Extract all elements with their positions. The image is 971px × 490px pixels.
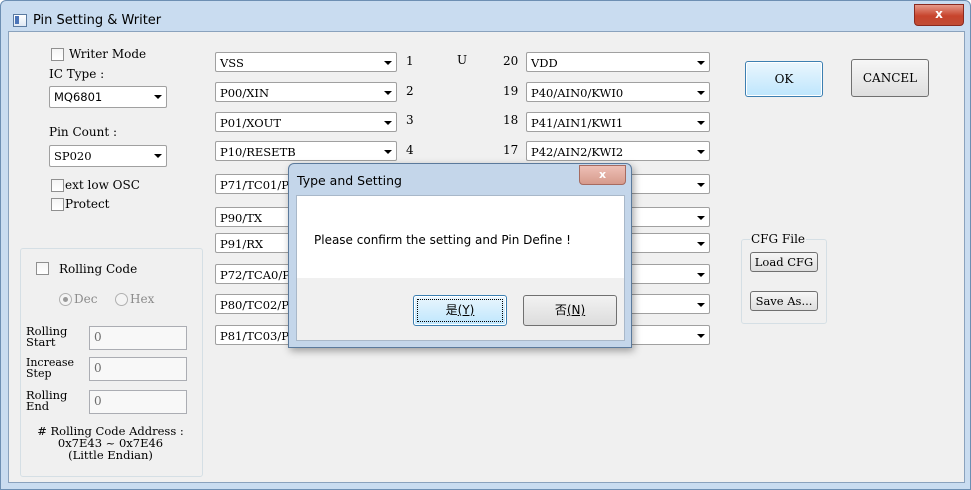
pin-number-17: 17 bbox=[503, 143, 519, 157]
chevron-down-icon bbox=[697, 61, 705, 65]
dialog-close-button[interactable]: x bbox=[579, 165, 626, 185]
pin-count-value: SP020 bbox=[54, 149, 92, 163]
left-pin-select-1[interactable]: VSS bbox=[215, 52, 397, 72]
save-as-button[interactable]: Save As... bbox=[750, 291, 818, 311]
no-label: 否 bbox=[554, 303, 567, 317]
increase-step-label: Increase Step bbox=[26, 356, 75, 380]
pin-number-3: 3 bbox=[406, 113, 414, 127]
chevron-down-icon bbox=[697, 303, 705, 307]
ext-low-osc-label: ext low OSC bbox=[65, 178, 140, 192]
left-pin-value: P00/XIN bbox=[220, 86, 270, 100]
chevron-down-icon bbox=[384, 91, 392, 95]
chevron-down-icon bbox=[697, 121, 705, 125]
ok-button[interactable]: OK bbox=[745, 61, 823, 97]
cfg-file-label: CFG File bbox=[750, 232, 807, 246]
chevron-down-icon bbox=[384, 121, 392, 125]
left-pin-value: P01/XOUT bbox=[220, 116, 282, 130]
app-icon bbox=[13, 14, 27, 27]
window-close-button[interactable]: x bbox=[914, 4, 964, 26]
dialog-body: Please confirm the setting and Pin Defin… bbox=[296, 195, 625, 341]
right-pin-select-4[interactable]: P42/AIN2/KWI2 bbox=[526, 141, 710, 161]
ic-type-label: IC Type : bbox=[49, 67, 105, 81]
rolling-address-note: # Rolling Code Address : 0x7E43 ~ 0x7E46… bbox=[37, 424, 184, 462]
left-pin-value: P91/RX bbox=[220, 237, 264, 251]
yes-button[interactable]: 是(Y) bbox=[413, 295, 507, 326]
pin-number-4: 4 bbox=[406, 143, 414, 157]
pin-number-18: 18 bbox=[503, 113, 519, 127]
no-button[interactable]: 否(N) bbox=[523, 295, 617, 326]
increase-step-input[interactable]: 0 bbox=[89, 357, 187, 381]
pin-number-20: 20 bbox=[503, 54, 519, 68]
writer-mode-label: Writer Mode bbox=[69, 47, 147, 61]
window-title: Pin Setting & Writer bbox=[33, 13, 162, 28]
chevron-down-icon bbox=[154, 154, 162, 158]
cancel-button[interactable]: CANCEL bbox=[851, 59, 929, 97]
pin-number-19: 19 bbox=[503, 84, 519, 98]
dialog-message-area: Please confirm the setting and Pin Defin… bbox=[297, 196, 624, 278]
chevron-down-icon bbox=[384, 150, 392, 154]
rolling-end-label: Rolling End bbox=[26, 388, 68, 413]
hex-label: Hex bbox=[130, 292, 155, 306]
right-pin-value: P42/AIN2/KWI2 bbox=[531, 145, 624, 159]
left-pin-value: VSS bbox=[220, 56, 244, 70]
right-pin-value: P41/AIN1/KWI1 bbox=[531, 116, 624, 130]
dialog-message: Please confirm the setting and Pin Defin… bbox=[314, 233, 571, 247]
chevron-down-icon bbox=[697, 216, 705, 220]
load-cfg-button[interactable]: Load CFG bbox=[750, 252, 818, 272]
protect-label: Protect bbox=[65, 197, 110, 211]
chevron-down-icon bbox=[697, 183, 705, 187]
chip-notch-mark: U bbox=[457, 53, 468, 67]
right-pin-select-2[interactable]: P40/AIN0/KWI0 bbox=[526, 82, 710, 102]
confirm-dialog: Type and Setting x Please confirm the se… bbox=[288, 163, 632, 348]
protect-checkbox[interactable] bbox=[51, 198, 64, 211]
rolling-code-checkbox[interactable] bbox=[36, 262, 49, 275]
chevron-down-icon bbox=[697, 91, 705, 95]
rolling-start-label: Rolling Start bbox=[26, 324, 68, 349]
pin-count-label: Pin Count : bbox=[49, 125, 117, 139]
pin-count-select[interactable]: SP020 bbox=[49, 145, 167, 167]
writer-mode-checkbox[interactable] bbox=[51, 48, 64, 61]
right-pin-select-1[interactable]: VDD bbox=[526, 52, 710, 72]
left-pin-select-4[interactable]: P10/RESETB bbox=[215, 141, 397, 161]
left-pin-value: P90/TX bbox=[220, 211, 263, 225]
ext-low-osc-checkbox[interactable] bbox=[51, 179, 64, 192]
pin-number-2: 2 bbox=[406, 84, 414, 98]
dialog-title: Type and Setting bbox=[297, 173, 402, 188]
chevron-down-icon bbox=[384, 61, 392, 65]
pin-number-1: 1 bbox=[406, 54, 414, 68]
chevron-down-icon bbox=[697, 150, 705, 154]
ic-type-value: MQ6801 bbox=[54, 90, 103, 104]
chevron-down-icon bbox=[697, 273, 705, 277]
focus-rectangle bbox=[417, 299, 503, 322]
rolling-code-label: Rolling Code bbox=[59, 262, 138, 276]
dec-label: Dec bbox=[74, 292, 98, 306]
hex-radio[interactable] bbox=[115, 293, 128, 306]
chevron-down-icon bbox=[154, 95, 162, 99]
chevron-down-icon bbox=[697, 242, 705, 246]
rolling-start-input[interactable]: 0 bbox=[89, 326, 187, 350]
dec-radio[interactable] bbox=[59, 293, 72, 306]
left-pin-select-3[interactable]: P01/XOUT bbox=[215, 112, 397, 132]
right-pin-value: VDD bbox=[531, 56, 558, 70]
ic-type-select[interactable]: MQ6801 bbox=[49, 86, 167, 108]
left-pin-select-2[interactable]: P00/XIN bbox=[215, 82, 397, 102]
right-pin-select-3[interactable]: P41/AIN1/KWI1 bbox=[526, 112, 710, 132]
right-pin-value: P40/AIN0/KWI0 bbox=[531, 86, 624, 100]
chevron-down-icon bbox=[697, 334, 705, 338]
rolling-end-input[interactable]: 0 bbox=[89, 390, 187, 414]
no-shortcut: (N) bbox=[566, 303, 586, 317]
left-pin-value: P10/RESETB bbox=[220, 145, 296, 159]
